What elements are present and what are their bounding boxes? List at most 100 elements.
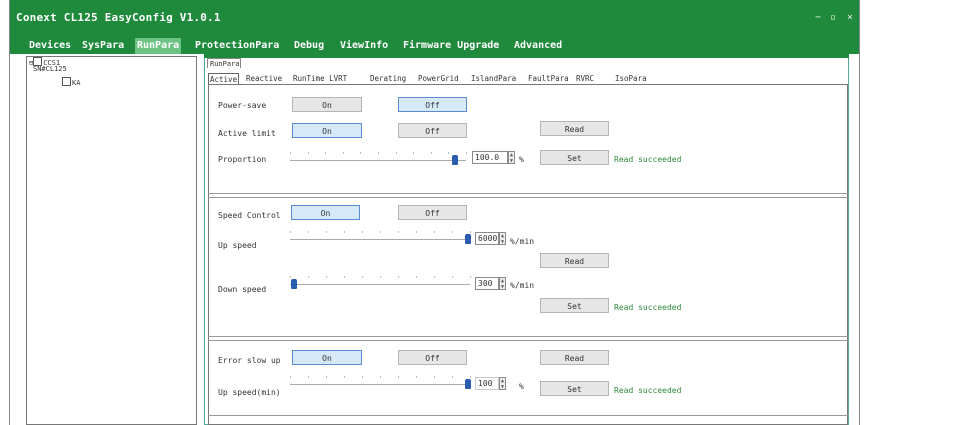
slider-tick bbox=[378, 152, 379, 154]
menu-protectionpara[interactable]: ProtectionPara bbox=[193, 38, 281, 54]
slider-tick bbox=[398, 276, 399, 278]
active-limit-read-button[interactable]: Read bbox=[540, 121, 609, 136]
section-divider bbox=[208, 197, 849, 198]
tab-faultpara[interactable]: FaultPara bbox=[528, 73, 569, 84]
slider-tick bbox=[360, 152, 362, 154]
slider-tick bbox=[380, 376, 381, 378]
tree-device[interactable]: SN#CL125 bbox=[33, 65, 67, 73]
slider-tick bbox=[448, 152, 450, 154]
slider-tick bbox=[308, 376, 309, 378]
slider-tick bbox=[416, 276, 417, 278]
proportion-status: Read succeeded bbox=[614, 155, 682, 164]
active-limit-on-button[interactable]: On bbox=[292, 123, 362, 138]
up-speed-min-slider-track[interactable] bbox=[290, 384, 470, 385]
menu-debug[interactable]: Debug bbox=[292, 38, 326, 54]
speed-set-button[interactable]: Set bbox=[540, 298, 609, 313]
error-slow-up-on-button[interactable]: On bbox=[292, 350, 362, 365]
slider-tick bbox=[452, 231, 453, 233]
speed-status: Read succeeded bbox=[614, 303, 682, 312]
down-speed-slider-track[interactable] bbox=[290, 284, 470, 285]
checkbox-checked-icon[interactable] bbox=[62, 77, 71, 86]
tab-derating[interactable]: Derating bbox=[370, 73, 406, 84]
slider-tick bbox=[466, 152, 467, 154]
window-title: Conext CL125 EasyConfig V1.0.1 bbox=[16, 11, 221, 24]
speed-read-button[interactable]: Read bbox=[540, 253, 609, 268]
device-tree bbox=[26, 56, 197, 425]
maximize-icon[interactable]: ▫ bbox=[830, 12, 836, 23]
close-icon[interactable]: × bbox=[847, 12, 853, 23]
slider-tick bbox=[326, 231, 327, 233]
slider-tick bbox=[362, 376, 363, 378]
tab-rvrc[interactable]: RVRC bbox=[576, 73, 594, 84]
minimize-icon[interactable]: − bbox=[815, 12, 821, 23]
down-speed-input[interactable]: 300 bbox=[475, 277, 499, 290]
slider-tick bbox=[434, 376, 435, 378]
tab-powergrid[interactable]: PowerGrid bbox=[418, 73, 459, 84]
error-slow-up-label: Error slow up bbox=[218, 356, 281, 365]
slider-tick bbox=[308, 231, 309, 233]
menu-firmware-upgrade[interactable]: Firmware Upgrade bbox=[401, 38, 501, 54]
slider-tick bbox=[452, 376, 453, 378]
proportion-input[interactable]: 100.0 bbox=[472, 151, 508, 164]
up-speed-min-set-button[interactable]: Set bbox=[540, 381, 609, 396]
menu-advanced[interactable]: Advanced bbox=[512, 38, 564, 54]
up-speed-min-unit: % bbox=[519, 382, 524, 391]
up-speed-slider-thumb[interactable] bbox=[465, 234, 471, 244]
up-speed-unit: %/min bbox=[510, 237, 535, 246]
up-speed-slider-track[interactable] bbox=[290, 239, 470, 240]
slider-tick bbox=[290, 376, 291, 378]
slider-tick bbox=[470, 231, 471, 233]
up-speed-input[interactable]: 6000 bbox=[475, 232, 499, 245]
slider-tick bbox=[362, 231, 363, 233]
slider-tick bbox=[416, 376, 417, 378]
error-slow-up-read-button[interactable]: Read bbox=[540, 350, 609, 365]
up-speed-min-slider-thumb[interactable] bbox=[465, 379, 471, 389]
tab-runtime-lvrt[interactable]: RunTime LVRT bbox=[293, 73, 347, 84]
proportion-set-button[interactable]: Set bbox=[540, 150, 609, 165]
section-divider bbox=[208, 415, 849, 416]
proportion-slider-track[interactable] bbox=[290, 160, 466, 161]
slider-tick bbox=[362, 276, 363, 278]
menu-runpara[interactable]: RunPara bbox=[135, 38, 182, 54]
slider-tick bbox=[430, 152, 432, 154]
slider-tick bbox=[398, 376, 399, 378]
up-speed-min-spinner[interactable]: ▲ ▼ bbox=[499, 377, 506, 390]
proportion-slider-thumb[interactable] bbox=[452, 155, 458, 165]
slider-tick bbox=[326, 376, 327, 378]
speed-control-label: Speed Control bbox=[218, 211, 281, 220]
up-speed-label: Up speed bbox=[218, 241, 257, 250]
power-save-off-button[interactable]: Off bbox=[398, 97, 467, 112]
menu-viewinfo[interactable]: ViewInfo bbox=[338, 38, 390, 54]
tree-leaf[interactable]: KA bbox=[62, 77, 80, 87]
slider-tick bbox=[344, 376, 345, 378]
down-speed-unit: %/min bbox=[510, 281, 535, 290]
up-speed-min-label: Up speed(min) bbox=[218, 388, 281, 397]
up-speed-min-input[interactable]: 100 bbox=[475, 377, 499, 390]
down-speed-slider-thumb[interactable] bbox=[291, 279, 297, 289]
slider-tick bbox=[452, 276, 453, 278]
tab-reactive[interactable]: Reactive bbox=[246, 73, 282, 84]
speed-control-off-button[interactable]: Off bbox=[398, 205, 467, 220]
slider-tick bbox=[416, 231, 417, 233]
section-divider bbox=[208, 336, 849, 337]
slider-tick bbox=[342, 152, 344, 154]
menu-syspara[interactable]: SysPara bbox=[80, 38, 126, 54]
tab-islandpara[interactable]: IslandPara bbox=[471, 73, 516, 84]
panel-tab-runpara[interactable]: RunPara bbox=[207, 58, 241, 68]
proportion-label: Proportion bbox=[218, 155, 267, 164]
tab-active[interactable]: Active bbox=[208, 73, 240, 84]
slider-tick bbox=[307, 152, 309, 154]
slider-tick bbox=[290, 231, 291, 233]
tab-isopara[interactable]: IsoPara bbox=[615, 73, 647, 84]
error-slow-up-off-button[interactable]: Off bbox=[398, 350, 467, 365]
slider-tick bbox=[434, 231, 435, 233]
proportion-spinner[interactable]: ▲ ▼ bbox=[508, 151, 515, 164]
speed-control-on-button[interactable]: On bbox=[291, 205, 360, 220]
menu-devices[interactable]: Devices bbox=[27, 38, 73, 54]
down-speed-spinner[interactable]: ▲ ▼ bbox=[499, 277, 506, 290]
active-limit-off-button[interactable]: Off bbox=[398, 123, 467, 138]
up-speed-spinner[interactable]: ▲ ▼ bbox=[499, 232, 506, 245]
slider-tick bbox=[380, 231, 381, 233]
slider-tick bbox=[290, 276, 291, 278]
power-save-on-button[interactable]: On bbox=[292, 97, 362, 112]
